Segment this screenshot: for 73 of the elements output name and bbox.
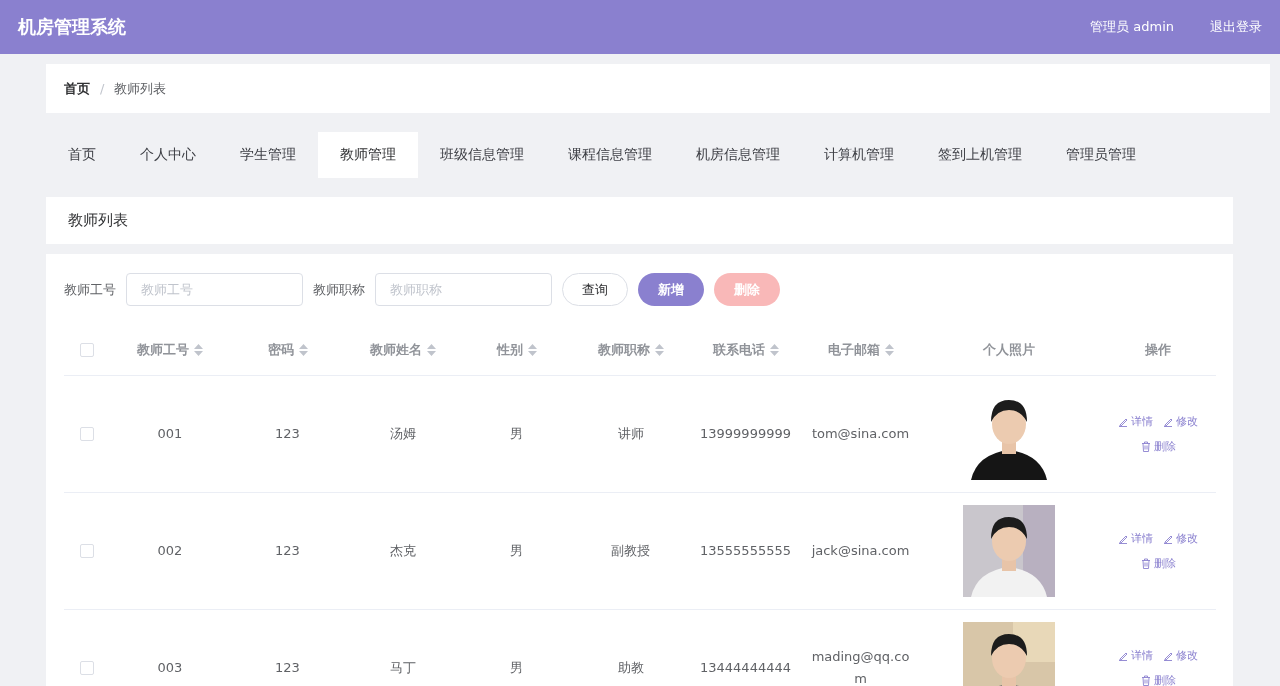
table-cell-text: 男 (510, 658, 523, 677)
table-cell-text: mading@qq.com (811, 647, 910, 686)
sortable-column-header[interactable]: 教师工号 (137, 341, 203, 359)
row-checkbox[interactable] (80, 544, 94, 558)
add-button[interactable]: 新增 (638, 273, 704, 306)
app-title: 机房管理系统 (18, 15, 126, 39)
table-cell-text: 123 (275, 658, 300, 677)
table-cell-text: 002 (157, 541, 183, 560)
field-label: 教师工号 (64, 280, 116, 299)
column-header: 个人照片 (983, 341, 1035, 359)
row-checkbox[interactable] (80, 661, 94, 675)
sortable-column-header[interactable]: 性别 (496, 341, 537, 359)
sort-icon[interactable] (426, 344, 436, 356)
detail-link[interactable]: 详情 (1118, 648, 1153, 663)
table-cell-text: tom@sina.com (811, 424, 910, 443)
table-cell-text: 003 (157, 658, 183, 677)
pencil-icon (1163, 416, 1173, 427)
sort-icon[interactable] (769, 344, 779, 356)
sort-icon[interactable] (527, 344, 537, 356)
delete-link[interactable]: 删除 (1140, 673, 1176, 686)
edit-link[interactable]: 修改 (1163, 531, 1198, 546)
sortable-column-header[interactable]: 联系电话 (712, 341, 779, 359)
select-all-checkbox[interactable] (80, 343, 94, 357)
sortable-column-header[interactable]: 密码 (267, 341, 308, 359)
edit-link[interactable]: 修改 (1163, 414, 1198, 429)
breadcrumb-separator: / (100, 81, 105, 96)
query-button[interactable]: 查询 (562, 273, 628, 306)
sort-icon[interactable] (194, 344, 203, 356)
sortable-column-header[interactable]: 电子邮箱 (827, 341, 894, 359)
user-label: 管理员 admin (1090, 18, 1174, 36)
table-cell-text: 123 (275, 541, 300, 560)
section-title: 教师列表 (68, 211, 128, 230)
table-cell-text: jack@sina.com (811, 541, 910, 560)
pencil-icon (1118, 650, 1128, 661)
sort-icon[interactable] (884, 344, 894, 356)
search-field[interactable]: 教师职称 (375, 273, 552, 306)
detail-link[interactable]: 详情 (1118, 414, 1153, 429)
pencil-icon (1163, 533, 1173, 544)
table-cell-text: 汤姆 (389, 424, 416, 443)
table-cell-text: 助教 (617, 658, 644, 677)
search-field[interactable]: 教师工号 (126, 273, 303, 306)
field-label: 教师职称 (313, 280, 365, 299)
table-cell-text: 男 (510, 424, 523, 443)
table-cell-text: 123 (275, 424, 300, 443)
table-cell-text: 13999999999 (700, 424, 791, 443)
sortable-column-header[interactable]: 教师职称 (597, 341, 664, 359)
trash-icon (1140, 558, 1151, 569)
column-header: 操作 (1145, 341, 1171, 359)
trash-icon (1140, 675, 1151, 686)
row-checkbox[interactable] (80, 427, 94, 441)
nav-tab[interactable]: 教师管理 (318, 132, 418, 178)
trash-icon (1140, 441, 1151, 452)
table-cell-text: 男 (510, 541, 523, 560)
table-cell-text: 13555555555 (700, 541, 791, 560)
logout-link[interactable]: 退出登录 (1210, 18, 1262, 36)
breadcrumb-item[interactable]: 首页 (64, 79, 90, 98)
pencil-icon (1118, 533, 1128, 544)
table-cell-text: 讲师 (617, 424, 644, 443)
edit-link[interactable]: 修改 (1163, 648, 1198, 663)
detail-link[interactable]: 详情 (1118, 531, 1153, 546)
table-cell-text: 13444444444 (700, 658, 791, 677)
table-cell-text: 杰克 (389, 541, 416, 560)
sortable-column-header[interactable]: 教师姓名 (369, 341, 436, 359)
table-cell-text: 马丁 (389, 658, 416, 677)
sort-icon[interactable] (298, 344, 308, 356)
table-cell-text: 001 (157, 424, 183, 443)
pencil-icon (1118, 416, 1128, 427)
table-cell-text: 副教授 (611, 541, 650, 560)
sort-icon[interactable] (654, 344, 664, 356)
delete-link[interactable]: 删除 (1140, 439, 1176, 454)
pencil-icon (1163, 650, 1173, 661)
delete-link[interactable]: 删除 (1140, 556, 1176, 571)
breadcrumb-item: 教师列表 (114, 79, 167, 98)
